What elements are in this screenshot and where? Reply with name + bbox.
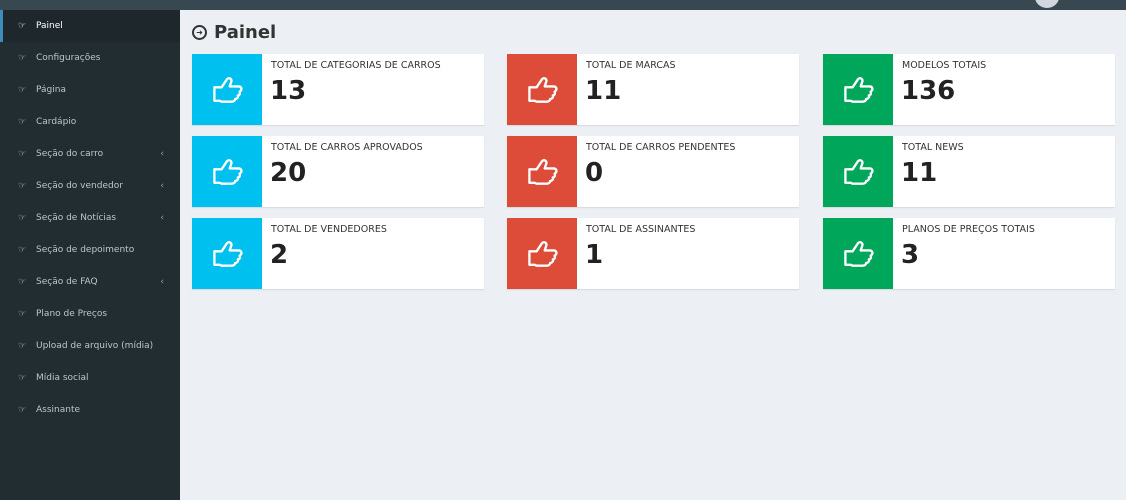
chevron-left-icon: ‹: [160, 149, 164, 159]
info-box-carros-aprovados: TOTAL DE CARROS APROVADOS 20: [192, 136, 484, 207]
thumbs-up-hand-icon: [823, 54, 893, 125]
sidebar: ☞ Painel ☞ Configurações ☞ Página ☞ Card…: [0, 10, 180, 500]
hand-point-right-icon: ☞: [18, 117, 27, 127]
sidebar-item-cardapio[interactable]: ☞ Cardápio: [0, 106, 180, 138]
info-box-number: 11: [901, 158, 938, 188]
thumbs-up-hand-icon: [192, 218, 262, 289]
hand-point-right-icon: ☞: [18, 245, 27, 255]
info-box-label: TOTAL DE CATEGORIAS DE CARROS: [271, 60, 441, 71]
page-title-text: Painel: [214, 22, 277, 43]
info-box-label: TOTAL DE CARROS PENDENTES: [586, 142, 736, 153]
hand-point-right-icon: ☞: [18, 85, 27, 95]
info-box-total-marcas: TOTAL DE MARCAS 11: [507, 54, 799, 125]
page-title: ➜ Painel: [192, 22, 276, 43]
sidebar-item-label: Configurações: [36, 53, 101, 63]
sidebar-item-painel[interactable]: ☞ Painel: [0, 10, 180, 42]
info-box-total-vendedores: TOTAL DE VENDEDORES 2: [192, 218, 484, 289]
hand-point-right-icon: ☞: [18, 53, 27, 63]
hand-point-right-icon: ☞: [18, 21, 27, 31]
sidebar-item-label: Assinante: [36, 405, 81, 415]
hand-point-right-icon: ☞: [18, 373, 27, 383]
thumbs-up-hand-icon: [507, 218, 577, 289]
sidebar-item-secao-do-carro[interactable]: ☞ Seção do carro ‹: [0, 138, 180, 170]
thumbs-up-hand-icon: [823, 136, 893, 207]
circle-arrow-right-icon: ➜: [192, 25, 207, 40]
thumbs-up-hand-icon: [192, 136, 262, 207]
thumbs-up-hand-icon: [507, 136, 577, 207]
info-box-label: TOTAL DE VENDEDORES: [271, 224, 387, 235]
sidebar-item-label: Seção de depoimento: [36, 245, 135, 255]
sidebar-item-label: Plano de Preços: [36, 309, 108, 319]
info-box-number: 0: [585, 158, 604, 188]
info-box-planos-de-precos: PLANOS DE PREÇOS TOTAIS 3: [823, 218, 1115, 289]
hand-point-right-icon: ☞: [18, 277, 27, 287]
sidebar-item-plano-de-precos[interactable]: ☞ Plano de Preços: [0, 298, 180, 330]
info-box-number: 11: [585, 76, 622, 106]
sidebar-item-label: Seção do carro: [36, 149, 104, 159]
thumbs-up-hand-icon: [823, 218, 893, 289]
sidebar-item-label: Painel: [36, 21, 63, 31]
sidebar-item-secao-de-depoimento[interactable]: ☞ Seção de depoimento: [0, 234, 180, 266]
info-box-label: TOTAL NEWS: [902, 142, 964, 153]
info-box-total-categorias: TOTAL DE CATEGORIAS DE CARROS 13: [192, 54, 484, 125]
sidebar-item-label: Seção de Notícias: [36, 213, 117, 223]
info-box-label: TOTAL DE CARROS APROVADOS: [271, 142, 423, 153]
info-box-label: TOTAL DE MARCAS: [586, 60, 676, 71]
sidebar-item-label: Seção de FAQ: [36, 277, 98, 287]
chevron-left-icon: ‹: [160, 181, 164, 191]
sidebar-item-secao-de-noticias[interactable]: ☞ Seção de Notícias ‹: [0, 202, 180, 234]
chevron-left-icon: ‹: [160, 277, 164, 287]
info-box-number: 2: [270, 240, 289, 270]
info-box-label: TOTAL DE ASSINANTES: [586, 224, 696, 235]
sidebar-item-secao-do-vendedor[interactable]: ☞ Seção do vendedor ‹: [0, 170, 180, 202]
sidebar-item-upload-de-arquivo[interactable]: ☞ Upload de arquivo (mídia): [0, 330, 180, 362]
info-box-total-news: TOTAL NEWS 11: [823, 136, 1115, 207]
info-box-number: 3: [901, 240, 920, 270]
sidebar-item-midia-social[interactable]: ☞ Mídia social: [0, 362, 180, 394]
sidebar-item-pagina[interactable]: ☞ Página: [0, 74, 180, 106]
info-box-label: PLANOS DE PREÇOS TOTAIS: [902, 224, 1035, 235]
info-box-number: 20: [270, 158, 307, 188]
info-box-label: MODELOS TOTAIS: [902, 60, 987, 71]
info-box-number: 13: [270, 76, 307, 106]
sidebar-item-secao-de-faq[interactable]: ☞ Seção de FAQ ‹: [0, 266, 180, 298]
hand-point-right-icon: ☞: [18, 213, 27, 223]
sidebar-item-label: Seção do vendedor: [36, 181, 123, 191]
hand-point-right-icon: ☞: [18, 181, 27, 191]
top-navbar: [0, 0, 1126, 10]
sidebar-item-label: Mídia social: [36, 373, 89, 383]
thumbs-up-hand-icon: [192, 54, 262, 125]
main-content: ➜ Painel TOTAL DE CATEGORIAS DE CARROS 1…: [180, 10, 1126, 500]
hand-point-right-icon: ☞: [18, 405, 27, 415]
info-box-number: 136: [901, 76, 956, 106]
sidebar-item-configuracoes[interactable]: ☞ Configurações: [0, 42, 180, 74]
info-box-number: 1: [585, 240, 604, 270]
sidebar-item-label: Página: [36, 85, 66, 95]
hand-point-right-icon: ☞: [18, 341, 27, 351]
hand-point-right-icon: ☞: [18, 149, 27, 159]
thumbs-up-hand-icon: [507, 54, 577, 125]
info-box-modelos-totais: MODELOS TOTAIS 136: [823, 54, 1115, 125]
user-avatar[interactable]: [1035, 0, 1059, 8]
info-box-total-assinantes: TOTAL DE ASSINANTES 1: [507, 218, 799, 289]
chevron-left-icon: ‹: [160, 213, 164, 223]
hand-point-right-icon: ☞: [18, 309, 27, 319]
sidebar-item-label: Cardápio: [36, 117, 77, 127]
sidebar-item-assinante[interactable]: ☞ Assinante: [0, 394, 180, 426]
sidebar-item-label: Upload de arquivo (mídia): [36, 341, 154, 351]
info-box-carros-pendentes: TOTAL DE CARROS PENDENTES 0: [507, 136, 799, 207]
